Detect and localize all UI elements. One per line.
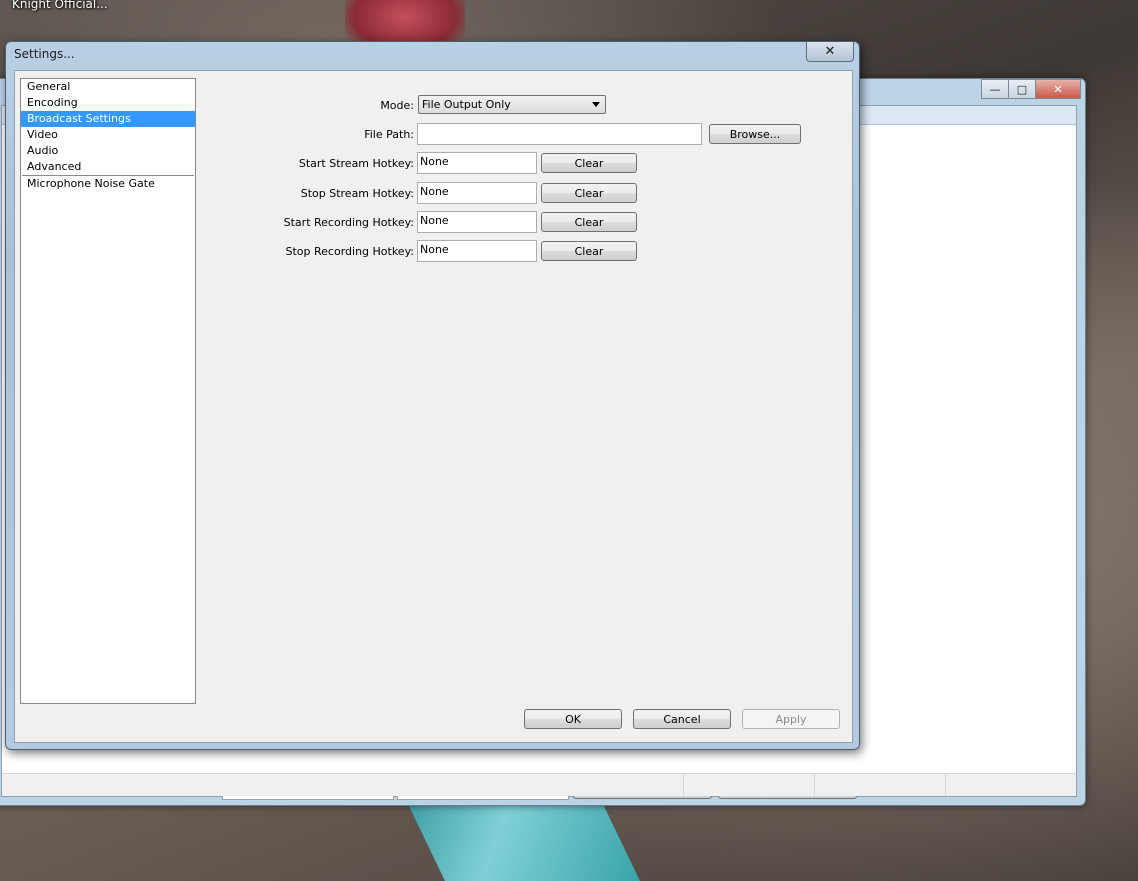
start-stream-hotkey-label: Start Stream Hotkey: [298, 157, 414, 170]
mode-select-value: File Output Only [422, 98, 511, 111]
wallpaper-figure-clothing [406, 800, 640, 881]
settings-dialog: Settings... ✕ General Encoding Broadcast… [5, 41, 860, 750]
start-recording-hotkey-label: Start Recording Hotkey: [283, 216, 414, 229]
maximize-icon[interactable]: □ [1008, 79, 1036, 99]
start-recording-hotkey-input[interactable]: None [417, 211, 537, 233]
nav-item-video[interactable]: Video [21, 127, 195, 143]
status-cell [683, 774, 814, 796]
nav-item-microphone-noise-gate[interactable]: Microphone Noise Gate [21, 176, 195, 192]
mode-select[interactable]: File Output Only [418, 95, 606, 114]
dialog-title: Settings... [14, 47, 75, 61]
stop-stream-hotkey-input[interactable]: None [417, 182, 537, 204]
status-cell [945, 774, 1076, 796]
stop-recording-hotkey-clear-button[interactable]: Clear [541, 241, 637, 261]
close-icon[interactable]: ✕ [1035, 79, 1081, 99]
nav-item-audio[interactable]: Audio [21, 143, 195, 159]
main-window-caption-buttons: — □ ✕ [981, 79, 1081, 99]
nav-item-broadcast-settings[interactable]: Broadcast Settings [21, 111, 195, 127]
close-icon[interactable]: ✕ [806, 42, 854, 62]
nav-item-general[interactable]: General [21, 79, 195, 95]
cancel-button[interactable]: Cancel [633, 709, 731, 729]
status-cell [814, 774, 945, 796]
settings-nav-list: General Encoding Broadcast Settings Vide… [20, 78, 196, 704]
nav-item-advanced[interactable]: Advanced [21, 159, 195, 175]
status-bar [2, 773, 1076, 796]
start-recording-hotkey-clear-button[interactable]: Clear [541, 212, 637, 232]
nav-item-encoding[interactable]: Encoding [21, 95, 195, 111]
start-stream-hotkey-clear-button[interactable]: Clear [541, 153, 637, 173]
dialog-client: General Encoding Broadcast Settings Vide… [14, 70, 853, 743]
browse-button[interactable]: Browse... [709, 124, 801, 144]
minimize-icon[interactable]: — [981, 79, 1009, 99]
file-path-label: File Path: [364, 128, 414, 141]
stop-stream-hotkey-label: Stop Stream Hotkey: [300, 187, 414, 200]
apply-button[interactable]: Apply [742, 709, 840, 729]
file-path-input[interactable] [417, 123, 702, 145]
desktop-icon-label[interactable]: Knight Official... [12, 0, 108, 11]
mode-label: Mode: [380, 99, 414, 112]
start-stream-hotkey-input[interactable]: None [417, 152, 537, 174]
ok-button[interactable]: OK [524, 709, 622, 729]
stop-recording-hotkey-input[interactable]: None [417, 240, 537, 262]
stop-recording-hotkey-label: Stop Recording Hotkey: [285, 245, 415, 258]
stop-stream-hotkey-clear-button[interactable]: Clear [541, 183, 637, 203]
chevron-down-icon [592, 102, 600, 107]
